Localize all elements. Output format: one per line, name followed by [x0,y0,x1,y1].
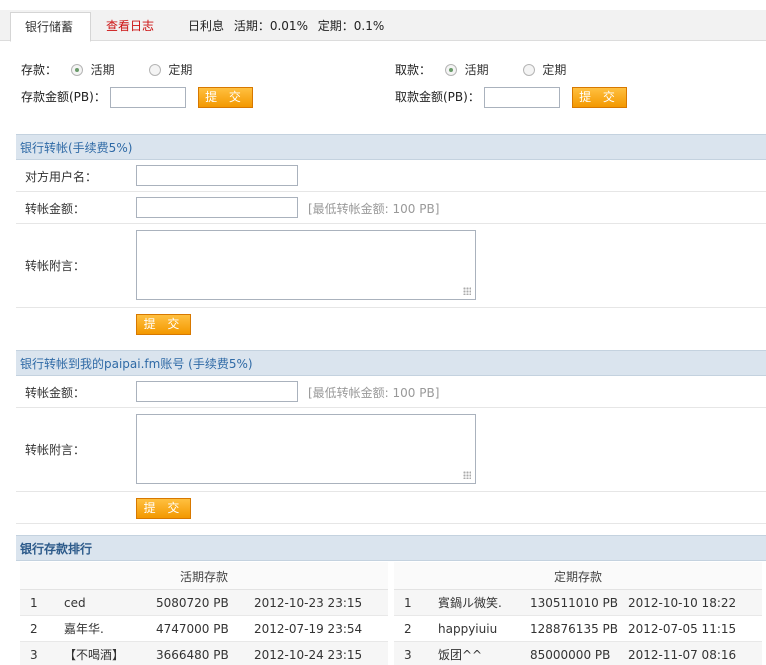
transfer-note-row: 转帐附言： [16,224,766,308]
withdraw-fixed-radio[interactable] [522,64,535,76]
withdraw-type-row: 取款： 活期 定期 [395,61,566,78]
tab-view-log[interactable]: 查看日志 [92,12,168,42]
deposit-amount-row: 存款金额(PB)： 提 交 [21,87,253,108]
transfer-fm-title: 银行转帐到我的paipai.fm账号 (手续费5%) [16,350,766,376]
user-cell: 【不喝酒】 [64,648,125,662]
table-row: 2 happyiuiu 128876135 PB 2012-07-05 11:1… [394,616,762,642]
deposit-fixed-label: 定期 [168,63,193,77]
current-deposit-rows: 1 ced 5080720 PB 2012-10-23 23:15 2 嘉年华.… [20,590,388,665]
transfer-fm-note-label: 转帐附言： [25,443,86,457]
transfer-title: 银行转帐(手续费5%) [16,134,766,160]
table-row: 1 ced 5080720 PB 2012-10-23 23:15 [20,590,388,616]
tab-bank-savings[interactable]: 银行储蓄 [10,12,91,42]
amount-cell: 5080720 PB [156,596,229,610]
deposit-submit-button[interactable]: 提 交 [197,87,253,108]
transfer-submit-row: 提 交 [16,308,766,340]
transfer-amount-hint: [最低转帐金额: 100 PB] [308,202,440,216]
deposit-amount-label: 存款金额(PB)： [21,90,106,104]
user-cell: happyiuiu [438,622,498,636]
table-row: 3 饭团^^ 85000000 PB 2012-11-07 08:16 [394,642,762,665]
date-cell: 2012-07-19 23:54 [254,622,363,636]
transfer-amount-label: 转帐金额： [25,202,86,216]
fixed-deposit-rows: 1 賓鍋ル微笑. 130511010 PB 2012-10-10 18:22 2… [394,590,762,665]
transfer-fm-submit-row: 提 交 [16,492,766,524]
amount-cell: 128876135 PB [530,622,618,636]
ranking-title: 银行存款排行 [16,535,766,561]
rank-cell: 2 [30,622,38,636]
rank-cell: 3 [404,648,412,662]
amount-cell: 130511010 PB [530,596,618,610]
user-cell: 嘉年华. [64,622,104,636]
date-cell: 2012-07-05 11:15 [628,622,737,636]
withdraw-current-label: 活期 [464,63,489,77]
transfer-fm-amount-row: 转帐金额： [最低转帐金额: 100 PB] [16,376,766,408]
date-cell: 2012-10-24 23:15 [254,648,363,662]
current-deposit-header: 活期存款 [20,562,388,590]
deposit-current-radio[interactable] [70,64,83,76]
interest-rates: 日利息 活期：0.01% 定期：0.1% [188,12,390,40]
rate-current: 活期：0.01% [233,19,308,33]
transfer-note-textarea[interactable] [136,230,476,300]
withdraw-amount-label: 取款金额(PB)： [395,90,480,104]
transfer-fm-submit-button[interactable]: 提 交 [136,498,191,519]
transfer-fm-amount-input[interactable] [136,381,298,402]
transfer-amount-row: 转帐金额： [最低转帐金额: 100 PB] [16,192,766,224]
amount-cell: 3666480 PB [156,648,229,662]
deposit-type-row: 存款： 活期 定期 [21,61,192,78]
transfer-note-label: 转帐附言： [25,259,86,273]
deposit-fixed-radio[interactable] [148,64,161,76]
ranking-section: 银行存款排行 [16,535,766,561]
tab-bar: 银行储蓄 查看日志 日利息 活期：0.01% 定期：0.1% [0,10,766,42]
deposit-label: 存款： [21,63,58,77]
withdraw-amount-input[interactable] [483,87,560,108]
user-cell: ced [64,596,86,610]
rank-cell: 3 [30,648,38,662]
transfer-fm-note-textarea[interactable] [136,414,476,484]
fixed-deposit-table: 定期存款 1 賓鍋ル微笑. 130511010 PB 2012-10-10 18… [394,562,762,665]
amount-cell: 4747000 PB [156,622,229,636]
withdraw-amount-row: 取款金额(PB)： 提 交 [395,87,627,108]
date-cell: 2012-11-07 08:16 [628,648,737,662]
user-cell: 饭团^^ [438,648,483,662]
transfer-user-input[interactable] [136,165,298,186]
date-cell: 2012-10-23 23:15 [254,596,363,610]
withdraw-fixed-label: 定期 [542,63,567,77]
transfer-fm-amount-hint: [最低转帐金额: 100 PB] [308,386,440,400]
deposit-current-label: 活期 [90,63,115,77]
date-cell: 2012-10-10 18:22 [628,596,737,610]
rates-label: 日利息 [188,19,225,33]
transfer-section: 银行转帐(手续费5%) 对方用户名： 转帐金额： [最低转帐金额: 100 PB… [16,134,766,340]
withdraw-current-radio[interactable] [444,64,457,76]
transfer-user-label: 对方用户名： [25,170,98,184]
rank-cell: 2 [404,622,412,636]
transfer-fm-amount-label: 转帐金额： [25,386,86,400]
transfer-user-row: 对方用户名： [16,160,766,192]
rank-cell: 1 [404,596,412,610]
rate-fixed: 定期：0.1% [317,19,385,33]
deposit-amount-input[interactable] [109,87,186,108]
table-row: 2 嘉年华. 4747000 PB 2012-07-19 23:54 [20,616,388,642]
withdraw-submit-button[interactable]: 提 交 [571,87,627,108]
user-cell: 賓鍋ル微笑. [438,596,502,610]
withdraw-label: 取款： [395,63,432,77]
transfer-fm-section: 银行转帐到我的paipai.fm账号 (手续费5%) 转帐金额： [最低转帐金额… [16,350,766,524]
current-deposit-table: 活期存款 1 ced 5080720 PB 2012-10-23 23:15 2… [20,562,388,665]
amount-cell: 85000000 PB [530,648,611,662]
transfer-fm-note-row: 转帐附言： [16,408,766,492]
transfer-amount-input[interactable] [136,197,298,218]
table-row: 3 【不喝酒】 3666480 PB 2012-10-24 23:15 [20,642,388,665]
fixed-deposit-header: 定期存款 [394,562,762,590]
rank-cell: 1 [30,596,38,610]
table-row: 1 賓鍋ル微笑. 130511010 PB 2012-10-10 18:22 [394,590,762,616]
transfer-submit-button[interactable]: 提 交 [136,314,191,335]
